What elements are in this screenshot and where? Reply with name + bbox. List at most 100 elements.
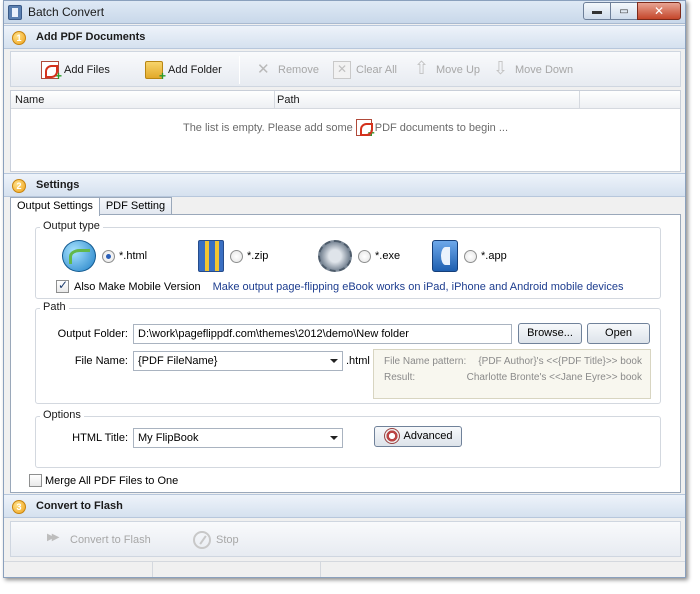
file-name-pattern-box: File Name pattern: {PDF Author}'s <<{PDF…	[373, 349, 651, 399]
pattern-label: File Name pattern:	[384, 356, 467, 367]
window-controls: ▬ ▭ ✕	[583, 2, 681, 20]
add-folder-icon	[145, 61, 166, 83]
window-title: Batch Convert	[28, 5, 105, 19]
settings-tabs: Output Settings PDF Setting	[10, 197, 173, 216]
stop-icon	[193, 531, 211, 549]
html-title-label: HTML Title:	[72, 432, 128, 444]
output-option-html[interactable]: *.html	[62, 240, 147, 272]
maximize-button[interactable]: ▭	[610, 2, 638, 20]
merge-label[interactable]: Merge All PDF Files to One	[45, 475, 178, 487]
clear-all-label: Clear All	[356, 64, 397, 76]
list-header: Name Path	[11, 91, 680, 109]
empty-list-message: The list is empty. Please add some PDF d…	[11, 119, 680, 140]
output-option-app[interactable]: *.app	[428, 240, 507, 272]
output-option-zip[interactable]: *.zip	[194, 240, 268, 272]
column-separator[interactable]	[579, 91, 580, 109]
move-down-button[interactable]: Move Down	[492, 58, 574, 81]
merge-checkbox[interactable]	[29, 474, 42, 487]
convert-label: Convert to Flash	[70, 534, 151, 546]
settings-wheel-icon	[383, 428, 400, 445]
move-down-label: Move Down	[515, 64, 574, 76]
radio-html[interactable]	[102, 249, 115, 263]
pdf-icon	[355, 119, 375, 140]
column-name[interactable]: Name	[15, 94, 44, 106]
minimize-button[interactable]: ▬	[583, 2, 611, 20]
convert-arrows-icon	[47, 531, 65, 549]
mobile-hint-text: Make output page-flipping eBook works on…	[212, 280, 624, 293]
output-folder-label: Output Folder:	[57, 328, 128, 340]
stop-button[interactable]: Stop	[193, 529, 239, 551]
batch-convert-window: Batch Convert ▬ ▭ ✕ 1 Add PDF Documents …	[3, 0, 686, 578]
section-title: Settings	[36, 179, 80, 191]
pdf-file-list[interactable]: Name Path The list is empty. Please add …	[10, 90, 681, 172]
mobile-version-row: Also Make Mobile Version Make output pag…	[56, 278, 624, 293]
step-3-icon: 3	[12, 500, 26, 514]
merge-row: Merge All PDF Files to One	[29, 474, 178, 487]
tab-output-settings[interactable]: Output Settings	[10, 197, 100, 216]
remove-button[interactable]: Remove	[255, 59, 319, 81]
status-separator	[152, 562, 153, 577]
chevron-down-icon[interactable]	[330, 359, 338, 363]
html-title-combobox[interactable]: My FlipBook	[133, 428, 343, 448]
html-title-value: My FlipBook	[138, 432, 199, 444]
group-label: Output type	[40, 220, 103, 232]
add-files-label: Add Files	[64, 64, 110, 76]
clear-all-button[interactable]: Clear All	[333, 59, 397, 81]
group-label: Path	[40, 301, 69, 313]
add-files-button[interactable]: Add Files	[41, 59, 110, 83]
close-button[interactable]: ✕	[637, 2, 681, 20]
status-bar	[4, 561, 685, 577]
add-folder-button[interactable]: Add Folder	[145, 59, 222, 83]
mobile-version-label[interactable]: Also Make Mobile Version	[74, 281, 201, 293]
section-title: Add PDF Documents	[36, 31, 146, 43]
empty-text-before: The list is empty. Please add some	[182, 121, 353, 134]
step-2-icon: 2	[12, 179, 26, 193]
add-folder-label: Add Folder	[168, 64, 222, 76]
browse-button[interactable]: Browse...	[518, 323, 582, 344]
globe-icon	[62, 240, 96, 272]
status-separator	[320, 562, 321, 577]
section-convert-header[interactable]: 3 Convert to Flash	[4, 494, 685, 518]
column-separator[interactable]	[274, 91, 275, 109]
advanced-button[interactable]: Advanced	[374, 426, 462, 447]
output-type-group: Output type *.html *.zip *.exe *.app ✓ A…	[35, 220, 661, 299]
radio-label: *.html	[119, 250, 148, 262]
chevron-down-icon[interactable]	[330, 436, 338, 440]
move-up-label: Move Up	[436, 64, 481, 76]
convert-toolbar: Convert to Flash Stop	[10, 521, 681, 557]
remove-label: Remove	[278, 64, 319, 76]
add-pdf-icon	[41, 61, 62, 83]
pattern-value: {PDF Author}'s <<{PDF Title}>> book	[478, 356, 642, 367]
open-button[interactable]: Open	[587, 323, 650, 344]
radio-exe[interactable]	[358, 249, 371, 263]
arrow-down-icon	[492, 58, 510, 79]
output-settings-panel: Output type *.html *.zip *.exe *.app ✓ A…	[10, 214, 681, 493]
tab-pdf-setting[interactable]: PDF Setting	[98, 197, 173, 215]
mobile-version-checkbox[interactable]	[56, 278, 69, 293]
step-1-icon: 1	[12, 31, 26, 45]
file-toolbar: Add Files Add Folder Remove Clear All Mo…	[10, 51, 681, 87]
radio-app[interactable]	[464, 249, 477, 263]
convert-to-flash-button[interactable]: Convert to Flash	[47, 529, 151, 551]
title-bar[interactable]: Batch Convert ▬ ▭ ✕	[4, 1, 685, 24]
file-name-combobox[interactable]: {PDF FileName}	[133, 351, 343, 371]
group-label: Options	[40, 409, 84, 421]
move-up-button[interactable]: Move Up	[413, 58, 481, 81]
result-label: Result:	[384, 372, 416, 383]
stop-label: Stop	[216, 534, 239, 546]
column-path[interactable]: Path	[277, 94, 300, 106]
app-icon	[8, 5, 22, 20]
radio-label: *.zip	[247, 250, 269, 262]
output-option-exe[interactable]: *.exe	[318, 240, 400, 272]
gears-icon	[318, 240, 352, 272]
mac-finder-icon	[432, 240, 458, 272]
file-name-label: File Name:	[74, 355, 128, 367]
section-add-pdf-header[interactable]: 1 Add PDF Documents	[4, 25, 685, 49]
radio-zip[interactable]	[230, 249, 243, 263]
file-name-value: {PDF FileName}	[138, 355, 218, 367]
section-title: Convert to Flash	[36, 500, 123, 512]
output-folder-input[interactable]: D:\work\pageflippdf.com\themes\2012\demo…	[133, 324, 512, 344]
section-settings-header[interactable]: 2 Settings	[4, 173, 685, 197]
clear-all-icon	[333, 61, 351, 79]
radio-label: *.app	[481, 250, 507, 262]
